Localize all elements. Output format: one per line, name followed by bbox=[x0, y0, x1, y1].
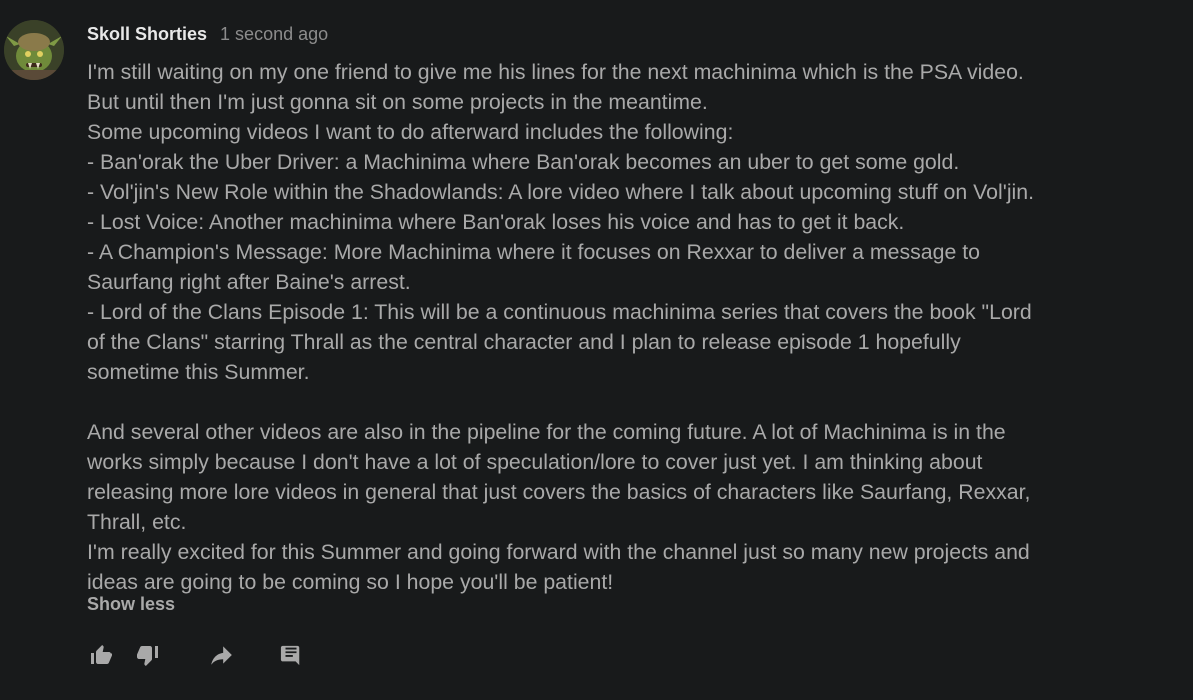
comment-body-line: - A Champion's Message: More Machinima w… bbox=[87, 240, 981, 264]
comment-body-line: of the Clans" starring Thrall as the cen… bbox=[87, 330, 961, 354]
comment-timestamp[interactable]: 1 second ago bbox=[220, 24, 328, 45]
dislike-button[interactable] bbox=[133, 640, 163, 670]
show-less-button[interactable]: Show less bbox=[87, 594, 175, 615]
comment-body: I'm still waiting on my one friend to gi… bbox=[87, 57, 1187, 597]
comment-body-line: I'm really excited for this Summer and g… bbox=[87, 540, 1030, 564]
comment-body-line: I'm still waiting on my one friend to gi… bbox=[87, 60, 1024, 84]
like-button[interactable] bbox=[86, 640, 116, 670]
comment-body-line: sometime this Summer. bbox=[87, 360, 310, 384]
comment-body-line: - Ban'orak the Uber Driver: a Machinima … bbox=[87, 150, 960, 174]
comment-body-line: - Lost Voice: Another machinima where Ba… bbox=[87, 210, 905, 234]
comment-header: Skoll Shorties 1 second ago bbox=[87, 22, 328, 46]
comment-body-line: But until then I'm just gonna sit on som… bbox=[87, 90, 708, 114]
reply-icon bbox=[280, 645, 300, 666]
comment-body-line bbox=[87, 387, 1187, 417]
comment-body-line: Saurfang right after Baine's arrest. bbox=[87, 270, 411, 294]
avatar[interactable] bbox=[4, 20, 64, 80]
reply-button[interactable] bbox=[276, 640, 306, 670]
comment-body-line: And several other videos are also in the… bbox=[87, 420, 1006, 444]
comment-body-line: - Vol'jin's New Role within the Shadowla… bbox=[87, 180, 1035, 204]
thumbs-up-icon bbox=[91, 645, 112, 664]
thumbs-down-icon bbox=[137, 646, 158, 666]
comment-body-line: releasing more lore videos in general th… bbox=[87, 480, 1031, 504]
comment-body-line: - Lord of the Clans Episode 1: This will… bbox=[87, 300, 1032, 324]
comment-body-line: ideas are going to be coming so I hope y… bbox=[87, 570, 614, 594]
avatar-image bbox=[4, 20, 64, 80]
author-name[interactable]: Skoll Shorties bbox=[87, 24, 207, 45]
comment-body-line: Thrall, etc. bbox=[87, 510, 187, 534]
comment-body-line: works simply because I don't have a lot … bbox=[87, 450, 983, 474]
share-button[interactable] bbox=[206, 640, 236, 670]
share-icon bbox=[211, 646, 232, 665]
comment-body-line: Some upcoming videos I want to do afterw… bbox=[87, 120, 734, 144]
